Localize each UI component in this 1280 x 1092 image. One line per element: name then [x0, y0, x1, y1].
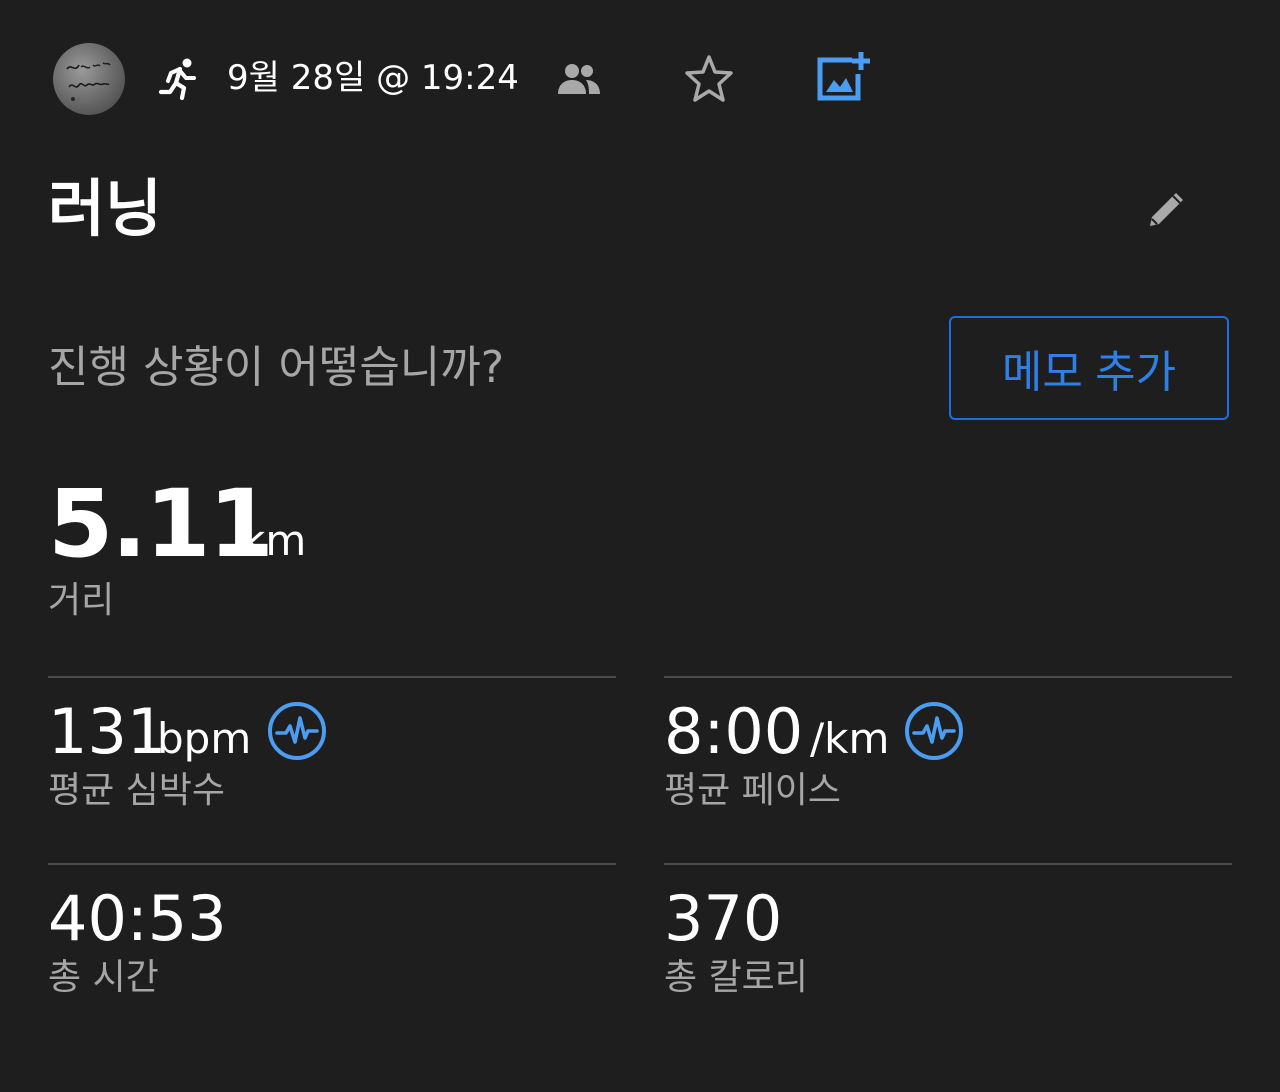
star-outline-icon[interactable]	[683, 53, 735, 105]
distance-label: 거리	[48, 580, 115, 621]
avg-pace-label: 평균 페이스	[664, 770, 842, 811]
heart-rate-chart-icon[interactable]	[266, 700, 328, 762]
divider	[664, 676, 1232, 678]
divider	[664, 863, 1232, 865]
total-calories-label: 총 칼로리	[664, 957, 808, 998]
activity-title: 러닝	[48, 172, 163, 245]
distance-value: 5.11	[48, 470, 274, 579]
avg-pace-unit: /km	[810, 714, 890, 763]
avatar-image	[66, 62, 111, 101]
avg-pace-value: 8:00	[664, 695, 804, 768]
total-time-value: 40:53	[48, 882, 227, 955]
running-icon	[158, 56, 202, 101]
avg-heart-rate-value: 131	[48, 695, 167, 768]
divider	[48, 863, 616, 865]
add-memo-button[interactable]: 메모 추가	[949, 316, 1229, 420]
people-icon[interactable]	[556, 62, 602, 96]
total-calories-value: 370	[664, 882, 783, 955]
add-photo-icon[interactable]	[814, 50, 872, 106]
divider	[48, 676, 616, 678]
pencil-icon[interactable]	[1144, 186, 1190, 232]
activity-date-time: 9월 28일 @ 19:24	[227, 58, 519, 98]
avg-heart-rate-unit: bpm	[157, 714, 252, 763]
pace-chart-icon[interactable]	[903, 700, 965, 762]
total-time-label: 총 시간	[48, 957, 159, 998]
distance-unit: km	[241, 516, 307, 565]
avg-heart-rate-label: 평균 심박수	[48, 770, 226, 811]
user-avatar[interactable]	[53, 43, 125, 115]
notes-prompt: 진행 상황이 어떻습니까?	[48, 342, 505, 393]
